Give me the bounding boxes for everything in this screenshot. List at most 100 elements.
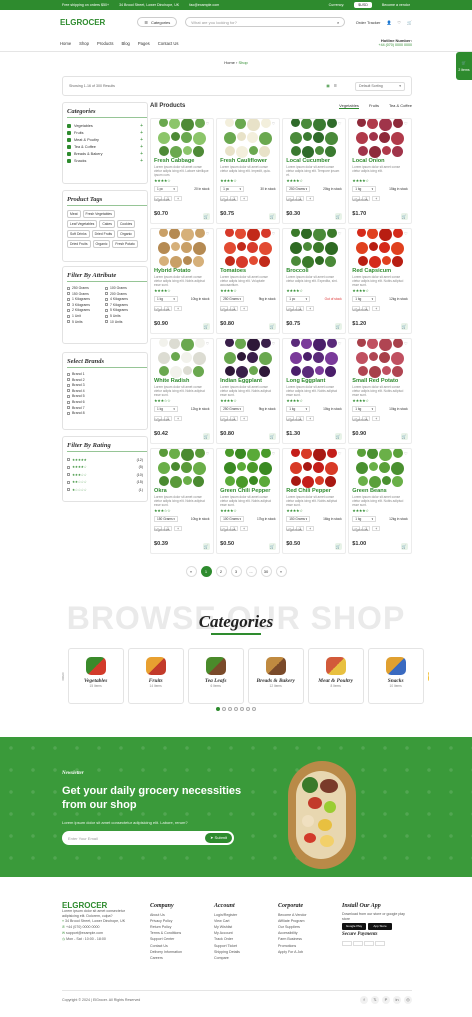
- checkbox[interactable]: [105, 292, 108, 296]
- hotline-number[interactable]: +44 (070) 0000 0000: [379, 43, 412, 47]
- checkbox[interactable]: [67, 458, 70, 462]
- category-card[interactable]: Breads & Bakery 12 Items: [247, 648, 304, 704]
- add-to-cart-button[interactable]: 🛒: [334, 433, 342, 440]
- add-to-cart-button[interactable]: 🛒: [400, 323, 408, 330]
- checkbox[interactable]: [67, 303, 70, 307]
- rating-option[interactable]: ★★★☆☆ (10): [67, 471, 143, 479]
- checkbox[interactable]: [67, 488, 70, 492]
- product-image[interactable]: [349, 339, 411, 378]
- attribute-option[interactable]: 5 Units: [105, 314, 143, 318]
- page-button[interactable]: 30: [260, 566, 272, 577]
- product-name[interactable]: Tomatoes: [217, 267, 279, 275]
- checkbox[interactable]: [67, 314, 70, 318]
- variant-select[interactable]: 1 kg ▾: [154, 296, 178, 302]
- attribute-option[interactable]: 150 Grams: [67, 292, 105, 296]
- product-name[interactable]: Fresh Cabbage: [151, 157, 213, 165]
- checkbox[interactable]: [67, 286, 70, 290]
- tab-vegetables[interactable]: Vegetables: [339, 103, 359, 109]
- tag-chip[interactable]: Cookies: [116, 220, 136, 228]
- attribute-option[interactable]: 1 Unit: [67, 314, 105, 318]
- product-image[interactable]: [283, 449, 345, 488]
- product-image[interactable]: [283, 339, 345, 378]
- category-item[interactable]: Snacks +: [67, 157, 143, 164]
- attribute-option[interactable]: 5 Units: [67, 320, 105, 324]
- logo[interactable]: ELGROCER: [60, 18, 105, 27]
- email-link[interactable]: fao@example.com: [189, 3, 219, 7]
- footer-phone[interactable]: +44 (070) 0000 0000: [66, 925, 99, 929]
- product-image[interactable]: [349, 119, 411, 158]
- checkbox[interactable]: [67, 297, 70, 301]
- product-card[interactable]: ♡ Local Onion Lorem ipsum dolor sit amet c…: [348, 118, 412, 224]
- category-item[interactable]: Meat & Poultry +: [67, 136, 143, 143]
- add-to-cart-button[interactable]: 🛒: [400, 213, 408, 220]
- checkbox[interactable]: [105, 314, 108, 318]
- tab-fruits[interactable]: Fruits: [369, 103, 379, 109]
- product-name[interactable]: Red Chili Pepper: [283, 487, 345, 495]
- heart-icon[interactable]: ♡: [402, 231, 409, 237]
- variant-select[interactable]: 1 pc ▾: [154, 186, 178, 192]
- attribute-option[interactable]: 3 Kilograms: [67, 303, 105, 307]
- add-to-cart-button[interactable]: 🛒: [202, 433, 210, 440]
- checkbox[interactable]: [67, 394, 70, 398]
- instagram-icon[interactable]: ◎: [404, 996, 412, 1004]
- product-card[interactable]: ♡ Small Red Potato Lorem ipsum dolor sit a…: [348, 338, 412, 444]
- footer-link[interactable]: Apply For A Job: [278, 949, 326, 955]
- product-name[interactable]: Hybrid Potato: [151, 267, 213, 275]
- rating-option[interactable]: ★☆☆☆☆ (1): [67, 486, 143, 494]
- nav-contact[interactable]: Contact Us: [158, 41, 179, 46]
- page-button[interactable]: »: [275, 566, 287, 577]
- checkbox[interactable]: [105, 320, 108, 324]
- product-name[interactable]: Local Onion: [349, 157, 411, 165]
- x-icon[interactable]: 𝕏: [371, 996, 379, 1004]
- page-button[interactable]: 1: [200, 566, 212, 577]
- variant-select[interactable]: 150 Grams ▾: [286, 516, 311, 522]
- product-image[interactable]: [349, 229, 411, 268]
- product-card[interactable]: ♡ Indian Eggplant Lorem ipsum dolor sit am…: [216, 338, 280, 444]
- checkbox[interactable]: [67, 400, 70, 404]
- carousel-dot[interactable]: [246, 707, 250, 711]
- checkbox[interactable]: [67, 292, 70, 296]
- product-image[interactable]: [283, 229, 345, 268]
- floating-cart[interactable]: 🛒 2 items: [456, 52, 472, 80]
- variant-select[interactable]: 1 kg ▾: [352, 406, 377, 412]
- attribute-option[interactable]: 250 Grams: [67, 286, 105, 290]
- checkbox[interactable]: [67, 465, 70, 469]
- product-image[interactable]: [217, 449, 279, 488]
- add-to-cart-button[interactable]: 🛒: [202, 543, 210, 550]
- page-button[interactable]: ...: [245, 566, 257, 577]
- carousel-dot[interactable]: [234, 707, 238, 711]
- heart-icon[interactable]: ♡: [402, 451, 409, 457]
- page-button[interactable]: 2: [215, 566, 227, 577]
- product-name[interactable]: Fresh Cauliflower: [217, 157, 279, 165]
- product-card[interactable]: ♡ Red Capsicum Lorem ipsum dolor sit amet …: [348, 228, 412, 334]
- heart-icon[interactable]: ♡: [402, 121, 409, 127]
- heart-icon[interactable]: ♡: [402, 341, 409, 347]
- heart-icon[interactable]: ♡: [270, 121, 277, 127]
- heart-icon[interactable]: ♡: [204, 451, 211, 457]
- nav-shop[interactable]: Shop: [79, 41, 89, 46]
- heart-icon[interactable]: ♡: [270, 451, 277, 457]
- become-vendor-link[interactable]: Become a vendor: [382, 3, 410, 7]
- product-name[interactable]: Green Beans: [349, 487, 411, 495]
- product-card[interactable]: ♡ Tomatoes Lorem ipsum dolor sit amet cons…: [216, 228, 280, 334]
- product-image[interactable]: [283, 119, 345, 158]
- footer-link[interactable]: Compare: [214, 955, 262, 961]
- product-name[interactable]: White Radish: [151, 377, 213, 385]
- checkbox[interactable]: [105, 303, 108, 307]
- product-image[interactable]: [151, 119, 213, 158]
- plus-icon[interactable]: +: [140, 137, 143, 143]
- add-to-cart-button[interactable]: 🛒: [202, 213, 210, 220]
- product-image[interactable]: [217, 339, 279, 378]
- list-view-icon[interactable]: ☰: [334, 84, 337, 88]
- product-card[interactable]: ♡ Hybrid Potato Lorem ipsum dolor sit amet…: [150, 228, 214, 334]
- product-name[interactable]: Broccoli: [283, 267, 345, 275]
- category-card[interactable]: Vegetables 15 Items: [67, 648, 124, 704]
- product-image[interactable]: [217, 119, 279, 158]
- tag-chip[interactable]: Dried Fruits: [67, 240, 91, 248]
- cart-icon[interactable]: 🛒: [407, 20, 412, 25]
- checkbox[interactable]: [67, 320, 70, 324]
- heart-icon[interactable]: ♡: [204, 121, 211, 127]
- add-to-cart-button[interactable]: 🛒: [334, 543, 342, 550]
- sort-select[interactable]: Default Sorting ▾: [355, 81, 405, 91]
- attribute-option[interactable]: 1 Kilograms: [67, 297, 105, 301]
